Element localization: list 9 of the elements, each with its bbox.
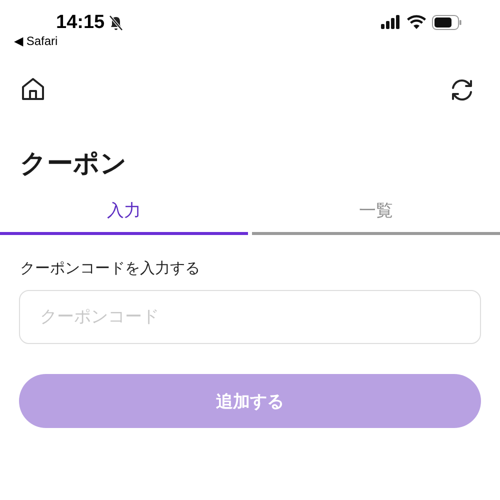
page-title: クーポン [20, 148, 128, 181]
battery-icon [432, 14, 462, 30]
field-label: クーポンコードを入力する [20, 259, 201, 278]
home-icon[interactable] [20, 76, 46, 102]
back-to-app-link[interactable]: ◀ Safari [14, 34, 124, 48]
signal-icon [381, 15, 401, 29]
tab[interactable]: 入力 [0, 199, 248, 235]
wifi-icon [407, 15, 426, 29]
clock-time: 14:15 [56, 12, 105, 34]
